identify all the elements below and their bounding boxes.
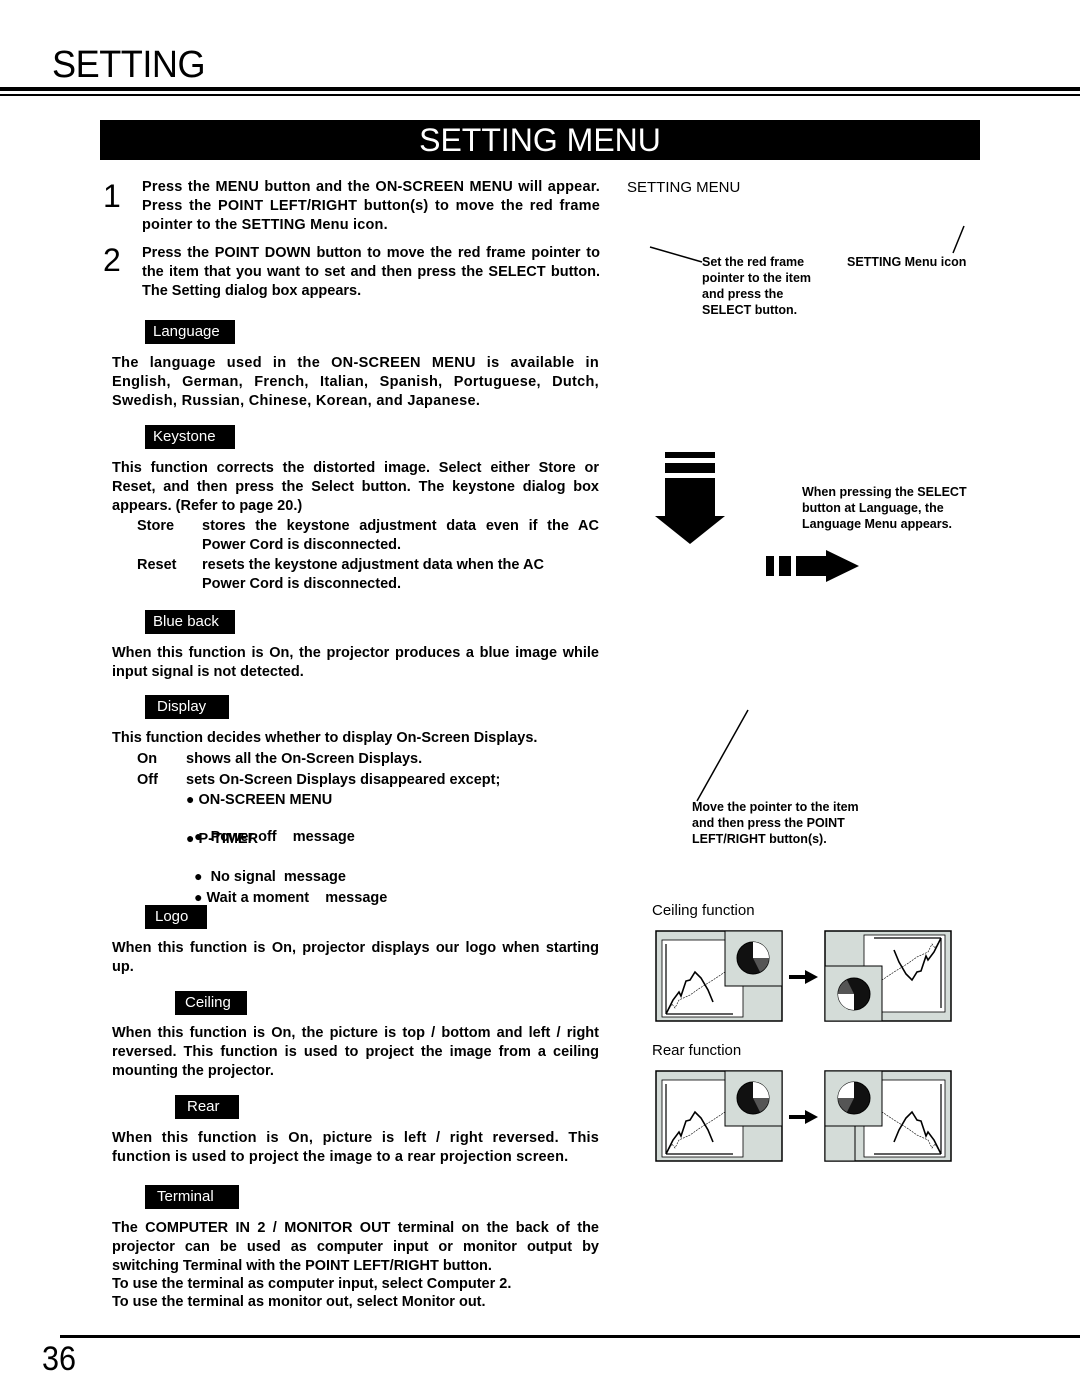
step-number-2: 2 [103, 242, 121, 278]
screen-original [655, 930, 783, 1022]
tag-terminal: Terminal [145, 1185, 239, 1209]
ceiling-description: When this function is On, the picture is… [112, 1025, 599, 1079]
display-option-off-label: Off [137, 772, 158, 788]
exception-item: ● Wait a moment message [194, 889, 388, 906]
keystone-option-reset-label: Reset [137, 557, 177, 573]
display-description: This function decides whether to display… [112, 730, 538, 746]
leader-lines [649, 225, 965, 263]
footer-divider [60, 1335, 1080, 1338]
setting-menu-caption: SETTING MENU [627, 179, 741, 196]
transition-arrow-icon [789, 970, 818, 984]
tag-ceiling: Ceiling [175, 991, 247, 1015]
logo-description: When this function is On, projector disp… [112, 940, 599, 975]
display-option-on-text: shows all the On-Screen Displays. [186, 751, 423, 767]
tag-blue-back: Blue back [145, 610, 235, 634]
terminal-line-monitor: To use the terminal as monitor out, sele… [112, 1294, 486, 1310]
down-arrow-icon [655, 452, 725, 544]
step-text-2: Press the POINT DOWN button to move the … [142, 245, 600, 299]
display-option-off-text: sets On-Screen Displays disappeared exce… [186, 772, 501, 788]
bullet-icon: ● [186, 830, 195, 846]
screen-original [655, 1070, 783, 1162]
terminal-description: The COMPUTER IN 2 / MONITOR OUT terminal… [112, 1220, 599, 1274]
step-number-1: 1 [103, 178, 121, 214]
tag-display: Display [145, 695, 229, 719]
bullet-icon: ● [186, 791, 195, 807]
ceiling-function-caption: Ceiling function [652, 902, 755, 919]
ceiling-function-diagram [655, 930, 952, 1022]
keystone-option-store-label: Store [137, 518, 175, 534]
leader-line-pointer [649, 246, 703, 263]
leader-line-move [696, 709, 749, 802]
bullet-icon: ● [194, 889, 203, 905]
display-option-on-label: On [137, 751, 158, 767]
blue-back-description: When this function is On, the projector … [112, 645, 599, 680]
note-move-pointer: Move the pointer to the item and then pr… [692, 800, 859, 846]
page-number: 36 [42, 1340, 77, 1378]
transition-arrow-icon [789, 1110, 818, 1124]
step-text-1: Press the MENU button and the ON-SCREEN … [142, 179, 600, 233]
rear-description: When this function is On, picture is lef… [112, 1130, 599, 1165]
keystone-option-reset-text: resets the keystone adjustment data when… [202, 557, 544, 592]
section-banner: SETTING MENU [100, 120, 980, 160]
exception-item: ● P-TIMER [186, 830, 259, 847]
tag-keystone: Keystone [145, 425, 235, 449]
screen-ceiling [824, 930, 952, 1022]
keystone-option-store-text: stores the keystone adjustment data even… [202, 518, 599, 553]
exception-item: ● ON-SCREEN MENU [186, 791, 333, 808]
note-menu-icon: SETTING Menu icon [847, 255, 967, 269]
language-description: The language used in the ON-SCREEN MENU … [112, 355, 599, 409]
screen-rear [824, 1070, 952, 1162]
leader-line-icon [952, 225, 965, 254]
page-title: SETTING [52, 44, 206, 86]
tag-rear: Rear [175, 1095, 239, 1119]
terminal-line-computer: To use the terminal as computer input, s… [112, 1276, 512, 1292]
note-set-pointer: Set the red frame pointer to the item an… [702, 255, 812, 317]
right-arrow-icon [766, 550, 859, 582]
note-language-menu: When pressing the SELECT button at Langu… [802, 485, 967, 531]
rear-function-diagram [655, 1070, 952, 1162]
tag-logo: Logo [145, 905, 207, 929]
rear-function-caption: Rear function [652, 1042, 742, 1059]
keystone-description: This function corrects the distorted ima… [112, 460, 599, 514]
tag-language: Language [145, 320, 235, 344]
header-divider-thin [0, 94, 1080, 96]
header-divider [0, 87, 1080, 91]
